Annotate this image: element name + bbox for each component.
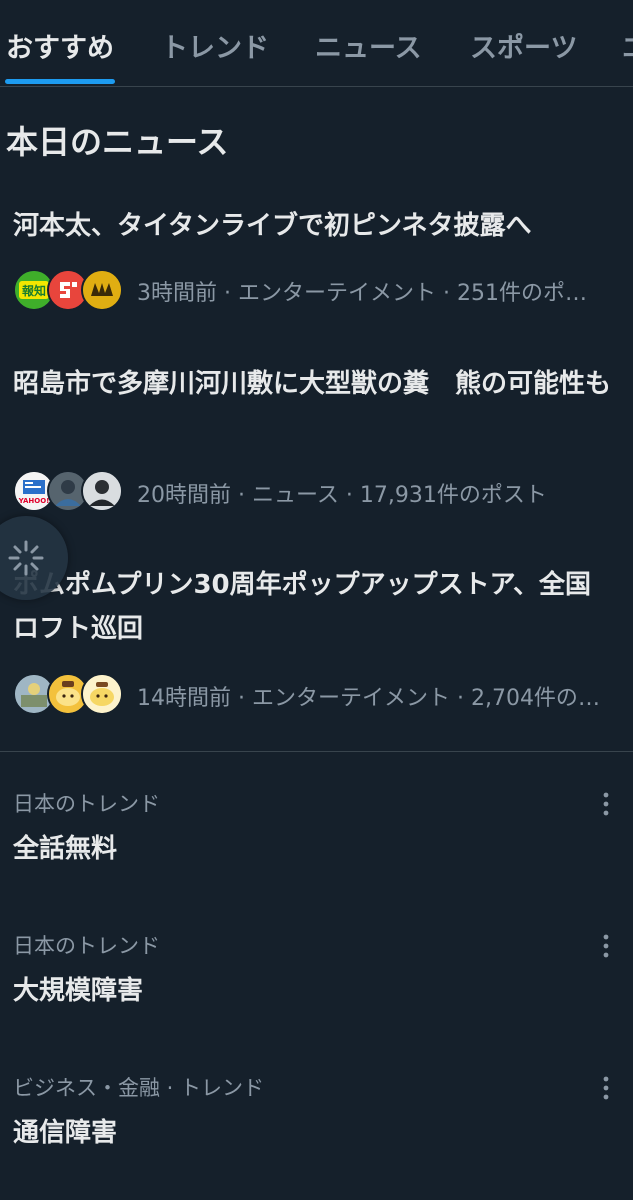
news-item[interactable]: 河本太、タイタンライブで初ピンネタ披露へ 報知 3時間前 · エンターテイメント… <box>0 200 633 320</box>
trend-name: 全話無料 <box>13 834 118 864</box>
section-title: 本日のニュース <box>6 123 229 161</box>
section-divider <box>0 751 633 752</box>
trend-item[interactable]: ビジネス・金融 · トレンド 通信障害 <box>0 1072 633 1182</box>
explore-tabs: おすすめ トレンド ニュース スポーツ エ <box>0 0 633 87</box>
tab-entertainment[interactable]: エ <box>622 26 633 65</box>
news-title: ポムポムプリン30周年ポップアップストア、全国ロフト巡回 <box>13 570 592 644</box>
loading-spinner-icon <box>0 516 68 600</box>
trend-item[interactable]: 日本のトレンド 大規模障害 <box>0 930 633 1040</box>
more-vertical-icon[interactable] <box>594 790 618 818</box>
explore-page: おすすめ トレンド ニュース スポーツ エ 本日のニュース 河本太、タイタンライ… <box>0 0 633 1200</box>
tab-sports[interactable]: スポーツ <box>470 26 577 65</box>
trend-item[interactable]: 日本のトレンド 全話無料 <box>0 788 633 898</box>
news-meta: 14時間前 · エンターテイメント · 2,704件のポスト <box>137 686 607 711</box>
trend-name: 大規模障害 <box>13 976 144 1006</box>
news-avatars: 報知 <box>13 269 123 311</box>
svg-text:YAHOO!: YAHOO! <box>18 497 50 505</box>
svg-text:報知: 報知 <box>22 283 46 298</box>
trend-category: ビジネス・金融 · トレンド <box>13 1076 265 1100</box>
trend-name: 通信障害 <box>13 1118 118 1148</box>
active-tab-indicator <box>5 79 115 84</box>
more-vertical-icon[interactable] <box>594 1074 618 1102</box>
trend-category: 日本のトレンド <box>13 934 160 958</box>
magazine-logo-icon <box>81 269 123 311</box>
news-avatars: YAHOO! <box>13 470 123 512</box>
news-avatars <box>13 673 123 715</box>
news-item[interactable]: 昭島市で多摩川河川敷に大型獣の糞 熊の可能性も YAHOO! 20時間前 · ニ… <box>0 362 633 522</box>
more-vertical-icon[interactable] <box>594 932 618 960</box>
user-avatar-icon <box>81 470 123 512</box>
news-title: 河本太、タイタンライブで初ピンネタ披露へ <box>13 211 532 241</box>
tab-recommended[interactable]: おすすめ <box>6 26 114 65</box>
tab-trending[interactable]: トレンド <box>161 26 269 65</box>
news-item[interactable]: ポムポムプリン30周年ポップアップストア、全国ロフト巡回 14時間前 · エンタ… <box>0 563 633 723</box>
news-meta: 20時間前 · ニュース · 17,931件のポスト <box>137 483 547 508</box>
pompompurin-avatar-icon <box>81 673 123 715</box>
news-title: 昭島市で多摩川河川敷に大型獣の糞 熊の可能性も <box>13 369 612 399</box>
news-meta: 3時間前 · エンターテイメント · 251件のポスト <box>137 281 607 306</box>
tab-news[interactable]: ニュース <box>315 26 422 65</box>
trend-category: 日本のトレンド <box>13 792 160 816</box>
